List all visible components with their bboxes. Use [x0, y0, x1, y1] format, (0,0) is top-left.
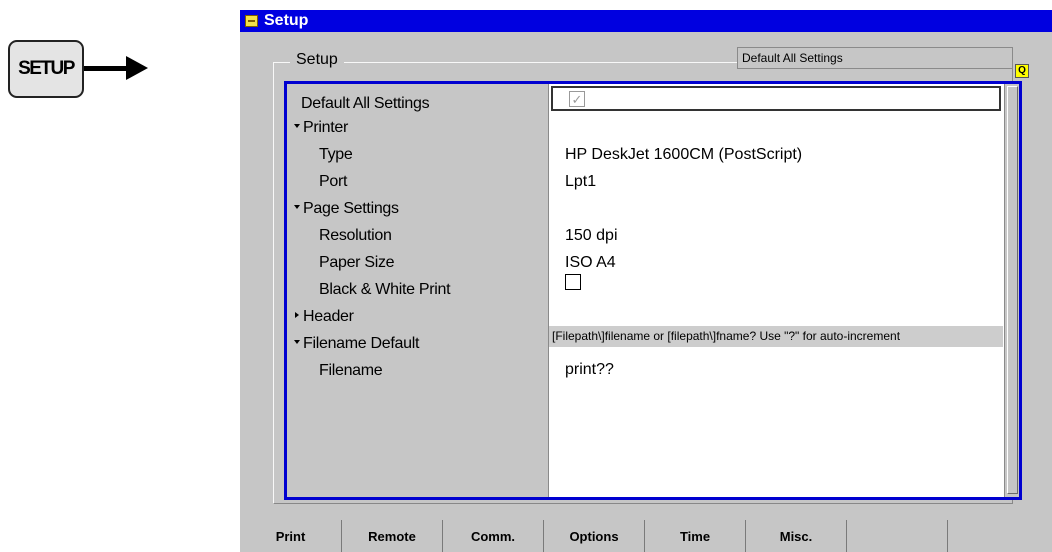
row-label-type[interactable]: Type: [319, 141, 353, 168]
value-printer-port[interactable]: Lpt1: [565, 168, 596, 195]
scrollbar-thumb[interactable]: [1007, 86, 1018, 494]
filename-hint-bar: [Filepath\]filename or [filepath\]fname?…: [549, 326, 1003, 347]
arrow-right-icon: [84, 66, 130, 71]
filename-default-label-text: Filename Default: [303, 335, 420, 352]
row-label-printer[interactable]: Printer: [294, 114, 348, 141]
window-title: Setup: [264, 12, 309, 29]
row-label-paper-size[interactable]: Paper Size: [319, 249, 395, 276]
setup-window: Setup Setup Default All Settings Q Defau…: [240, 10, 1052, 552]
row-label-bw-print[interactable]: Black & White Print: [319, 276, 451, 303]
bw-print-checkbox[interactable]: [565, 274, 581, 290]
row-label-port[interactable]: Port: [319, 168, 347, 195]
label-column: Default All Settings Printer Type Port P…: [287, 84, 548, 497]
value-resolution[interactable]: 150 dpi: [565, 222, 618, 249]
header-label-text: Header: [303, 308, 354, 325]
tab-empty-1[interactable]: [846, 520, 947, 552]
row-label-filename[interactable]: Filename: [319, 357, 383, 384]
query-icon[interactable]: Q: [1015, 64, 1029, 78]
tab-comm[interactable]: Comm.: [442, 520, 543, 552]
row-label-filename-default[interactable]: Filename Default: [294, 330, 419, 357]
printer-label-text: Printer: [303, 119, 349, 136]
tab-remote[interactable]: Remote: [341, 520, 442, 552]
tab-time[interactable]: Time: [644, 520, 745, 552]
collapsed-triangle-icon: [295, 312, 299, 319]
group-caption: Setup: [290, 51, 344, 69]
row-label-page-settings[interactable]: Page Settings: [294, 195, 399, 222]
default-all-settings-checkbox[interactable]: ✓: [569, 91, 585, 107]
row-label-header[interactable]: Header: [294, 303, 354, 330]
row-label-default-all-settings[interactable]: Default All Settings: [301, 90, 430, 117]
page-settings-label-text: Page Settings: [303, 200, 399, 217]
setup-key[interactable]: SETUP: [8, 40, 84, 98]
tab-empty-2[interactable]: [947, 520, 1048, 552]
row-label-resolution[interactable]: Resolution: [319, 222, 392, 249]
vertical-scrollbar[interactable]: [1004, 84, 1019, 497]
value-paper-size[interactable]: ISO A4: [565, 249, 616, 276]
expanded-triangle-icon: [294, 124, 300, 129]
expanded-triangle-icon: [294, 205, 300, 210]
selected-row-highlight[interactable]: ✓: [551, 86, 1001, 111]
tab-misc[interactable]: Misc.: [745, 520, 846, 552]
arrow-head-icon: [126, 56, 148, 80]
value-printer-type[interactable]: HP DeskJet 1600CM (PostScript): [565, 141, 802, 168]
value-column: ✓ HP DeskJet 1600CM (PostScript) Lpt1 15…: [548, 84, 1004, 497]
bottom-tab-bar: Print Remote Comm. Options Time Misc.: [240, 520, 1052, 552]
expanded-triangle-icon: [294, 340, 300, 345]
tab-options[interactable]: Options: [543, 520, 644, 552]
window-menu-icon[interactable]: [245, 15, 258, 27]
settings-table: Default All Settings Printer Type Port P…: [284, 81, 1022, 500]
default-all-settings-hint: Default All Settings: [737, 47, 1013, 69]
tab-print[interactable]: Print: [240, 520, 341, 552]
value-filename[interactable]: print??: [565, 356, 614, 383]
title-bar: Setup: [240, 10, 1052, 32]
